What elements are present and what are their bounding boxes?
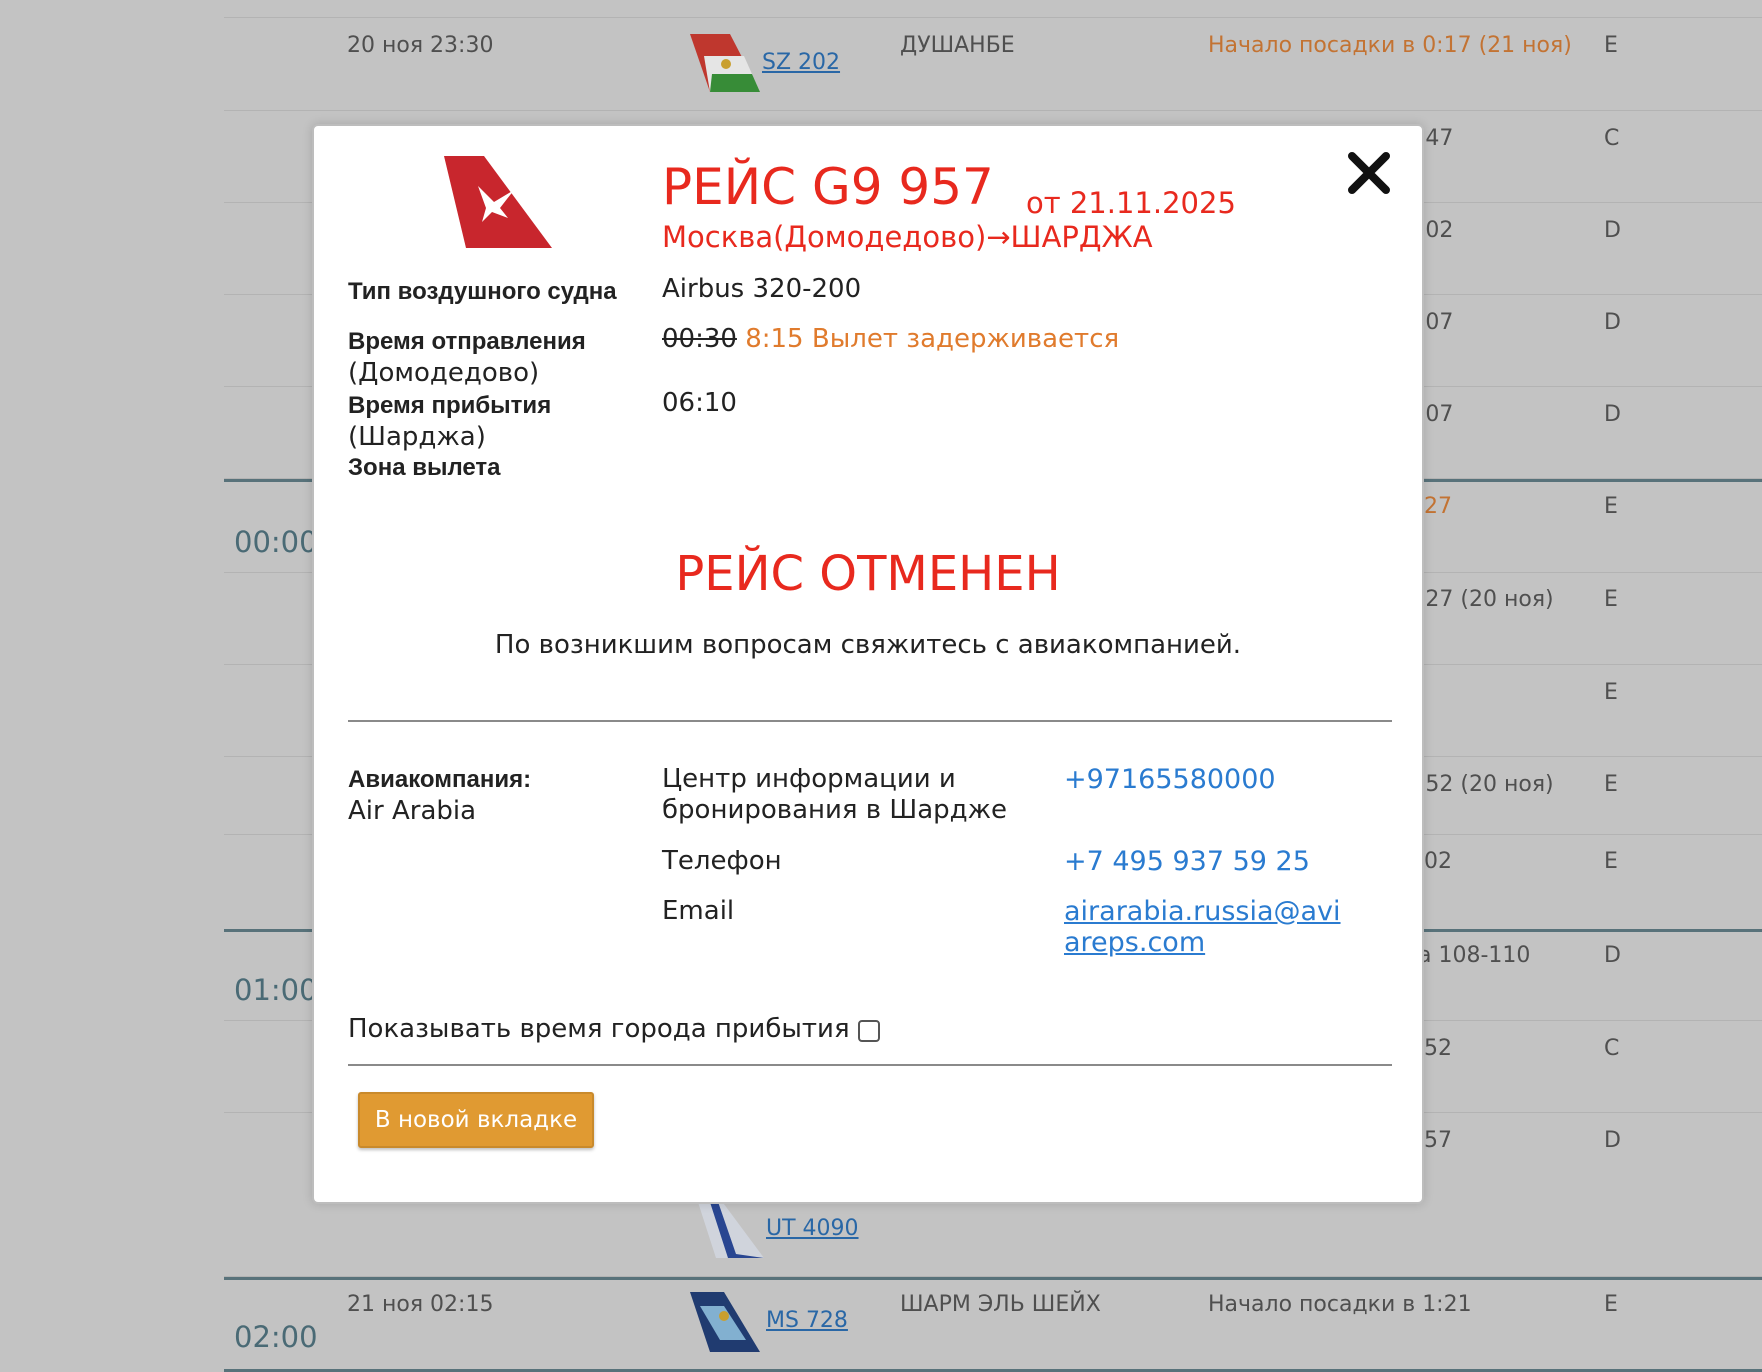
aircraft-type-value: Airbus 320-200 — [662, 274, 862, 304]
info-center-label: Центр информации и бронирования в Шардже — [662, 764, 1008, 825]
airline-value: Air Arabia — [348, 796, 477, 826]
close-icon[interactable] — [1344, 148, 1394, 198]
email-link[interactable]: airarabia.russia@aviareps.com — [1064, 896, 1354, 958]
flight-route: Москва(Домодедово)→ШАРДЖА — [662, 220, 1153, 254]
email-label: Email — [662, 896, 735, 926]
departure-zone-label: Зона вылета — [348, 454, 501, 481]
flight-title: РЕЙС G9 957 — [662, 158, 994, 216]
open-new-tab-button[interactable]: В новой вкладке — [358, 1092, 594, 1148]
phone-link[interactable]: +7 495 937 59 25 — [1064, 846, 1310, 877]
arrival-airport-label: (Шарджа) — [348, 422, 486, 452]
divider — [348, 720, 1392, 722]
flight-cancelled-note: По возникшим вопросам свяжитесь с авиако… — [494, 630, 1242, 660]
air-arabia-tail-logo — [444, 156, 552, 248]
show-arrival-time-label: Показывать время города прибытия — [348, 1014, 850, 1044]
show-arrival-time-checkbox[interactable] — [858, 1020, 880, 1042]
departure-time-label: Время отправления — [348, 328, 586, 355]
departure-airport-label: (Домодедово) — [348, 358, 540, 388]
airline-label: Авиакомпания: — [348, 766, 532, 793]
departure-new-time: 8:15 Вылет задерживается — [745, 324, 1120, 354]
aircraft-type-label: Тип воздушного судна — [348, 278, 617, 305]
info-center-phone[interactable]: +97165580000 — [1064, 764, 1276, 795]
divider — [348, 1064, 1392, 1066]
flight-cancelled-title: РЕЙС ОТМЕНЕН — [675, 546, 1061, 602]
departure-old-time: 00:30 — [662, 324, 737, 354]
departure-time-value: 00:30 8:15 Вылет задерживается — [662, 324, 1119, 354]
arrival-time-value: 06:10 — [662, 388, 737, 418]
arrival-time-label: Время прибытия — [348, 392, 552, 419]
flight-details-modal: РЕЙС G9 957 от 21.11.2025 Москва(Домодед… — [312, 124, 1424, 1204]
phone-label: Телефон — [662, 846, 782, 876]
flight-date: от 21.11.2025 — [1026, 186, 1236, 220]
